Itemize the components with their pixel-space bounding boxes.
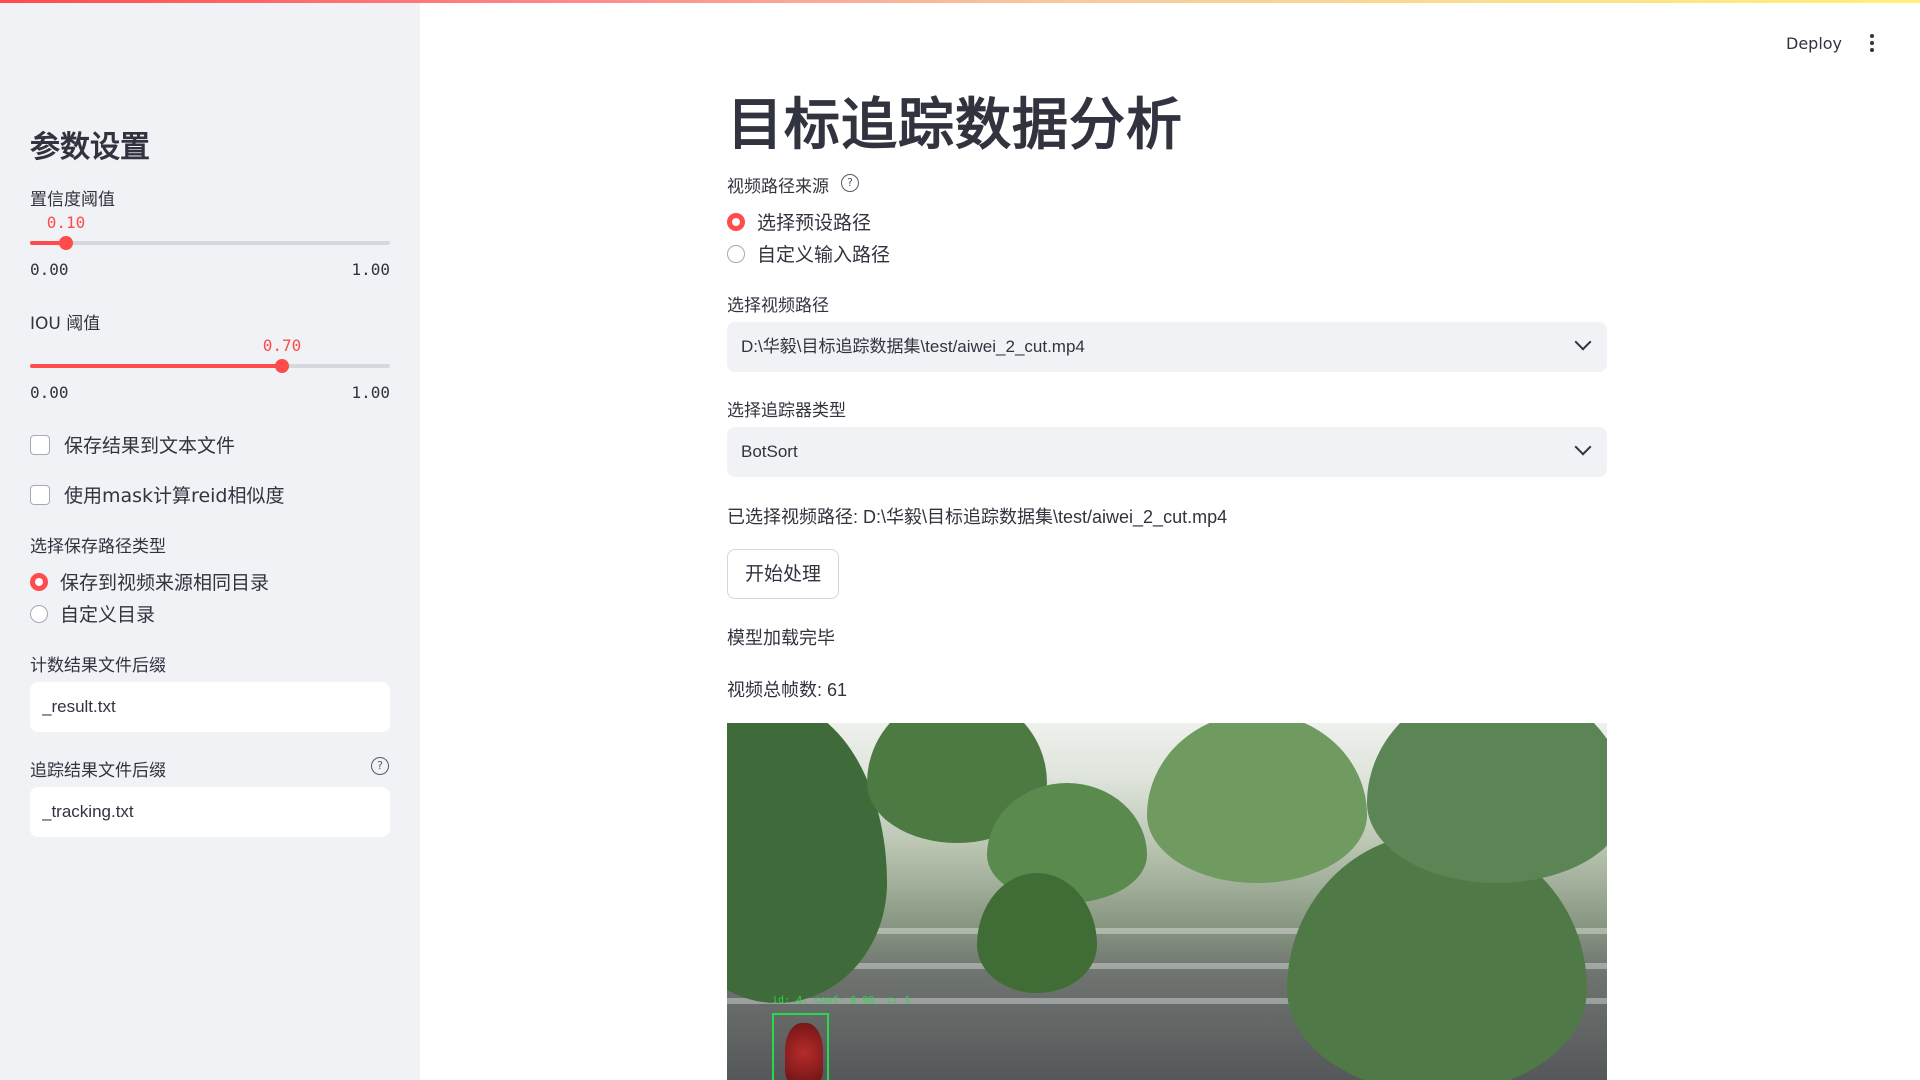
slider-fill xyxy=(30,364,282,368)
chevron-down-icon xyxy=(1574,438,1592,456)
detection-box xyxy=(772,1013,829,1080)
more-vertical-icon[interactable] xyxy=(1870,34,1876,54)
question-circle-icon[interactable]: ? xyxy=(841,174,859,192)
slider-max: 1.00 xyxy=(351,260,390,279)
count-suffix-label: 计数结果文件后缀 xyxy=(30,656,166,676)
tracker-type-select[interactable]: BotSort xyxy=(727,427,1607,477)
video-path-label: 选择视频路径 xyxy=(727,296,829,316)
slider-min: 0.00 xyxy=(30,260,69,279)
question-circle-icon[interactable]: ? xyxy=(371,757,389,775)
tracking-suffix-input[interactable] xyxy=(30,787,390,837)
slider-thumb[interactable] xyxy=(275,359,289,373)
leaf xyxy=(1147,723,1367,883)
confidence-label: 置信度阈值 xyxy=(30,190,115,210)
video-source-label: 视频路径来源 xyxy=(727,177,829,197)
mask-reid-checkbox[interactable]: 使用mask计算reid相似度 xyxy=(30,481,284,508)
slider-min: 0.00 xyxy=(30,383,69,402)
sidebar: 参数设置 置信度阈值 0.10 0.00 1.00 IOU 阈值 0.70 0.… xyxy=(0,0,420,1080)
deploy-button[interactable]: Deploy xyxy=(1786,34,1842,53)
radio-label: 自定义目录 xyxy=(60,604,156,626)
total-frames-text: 视频总帧数: 61 xyxy=(727,680,848,700)
iou-label: IOU 阈值 xyxy=(30,314,101,334)
checkbox-label: 保存结果到文本文件 xyxy=(64,435,236,457)
confidence-slider[interactable]: 0.10 xyxy=(30,213,390,263)
radio-preset-path[interactable]: 选择预设路径 xyxy=(727,208,871,235)
leaf xyxy=(727,723,887,1003)
tracker-type-label: 选择追踪器类型 xyxy=(727,401,846,421)
checkbox-box[interactable] xyxy=(30,434,50,455)
checkbox-label: 使用mask计算reid相似度 xyxy=(64,485,285,507)
radio-button[interactable] xyxy=(30,572,48,591)
save-path-type-label: 选择保存路径类型 xyxy=(30,537,166,557)
slider-value: 0.10 xyxy=(46,213,86,232)
select-value: D:\华毅\目标追踪数据集\test/aiwei_2_cut.mp4 xyxy=(741,337,1085,356)
start-processing-button[interactable]: 开始处理 xyxy=(727,549,839,599)
sidebar-title: 参数设置 xyxy=(30,130,150,165)
radio-label: 保存到视频来源相同目录 xyxy=(60,572,270,594)
radio-button[interactable] xyxy=(727,212,745,231)
slider-track xyxy=(30,241,390,245)
radio-label: 选择预设路径 xyxy=(757,212,872,234)
checkbox-box[interactable] xyxy=(30,484,50,505)
radio-custom-path[interactable]: 自定义输入路径 xyxy=(727,240,890,267)
iou-slider[interactable]: 0.70 xyxy=(30,336,390,386)
count-suffix-input[interactable] xyxy=(30,682,390,732)
slider-value: 0.70 xyxy=(262,336,302,355)
model-loaded-text: 模型加载完毕 xyxy=(727,628,835,648)
radio-button[interactable] xyxy=(727,244,745,263)
radio-same-dir[interactable]: 保存到视频来源相同目录 xyxy=(30,568,269,595)
radio-custom-dir[interactable]: 自定义目录 xyxy=(30,600,155,627)
top-decoration-bar xyxy=(0,0,1920,3)
save-text-checkbox[interactable]: 保存结果到文本文件 xyxy=(30,431,235,458)
page-title: 目标追踪数据分析 xyxy=(727,93,1183,158)
video-frame: id: 4, conf: 0.90, c: 1 xyxy=(727,723,1607,1080)
radio-label: 自定义输入路径 xyxy=(757,244,891,266)
radio-button[interactable] xyxy=(30,604,48,623)
slider-max: 1.00 xyxy=(351,383,390,402)
video-path-select[interactable]: D:\华毅\目标追踪数据集\test/aiwei_2_cut.mp4 xyxy=(727,322,1607,372)
selected-path-text: 已选择视频路径: D:\华毅\目标追踪数据集\test/aiwei_2_cut.… xyxy=(727,507,1228,527)
slider-thumb[interactable] xyxy=(59,236,73,250)
detection-label: id: 4, conf: 0.90, c: 1 xyxy=(772,995,911,1006)
select-value: BotSort xyxy=(741,442,798,461)
tracking-suffix-label: 追踪结果文件后缀 xyxy=(30,761,166,781)
chevron-down-icon xyxy=(1574,333,1592,351)
